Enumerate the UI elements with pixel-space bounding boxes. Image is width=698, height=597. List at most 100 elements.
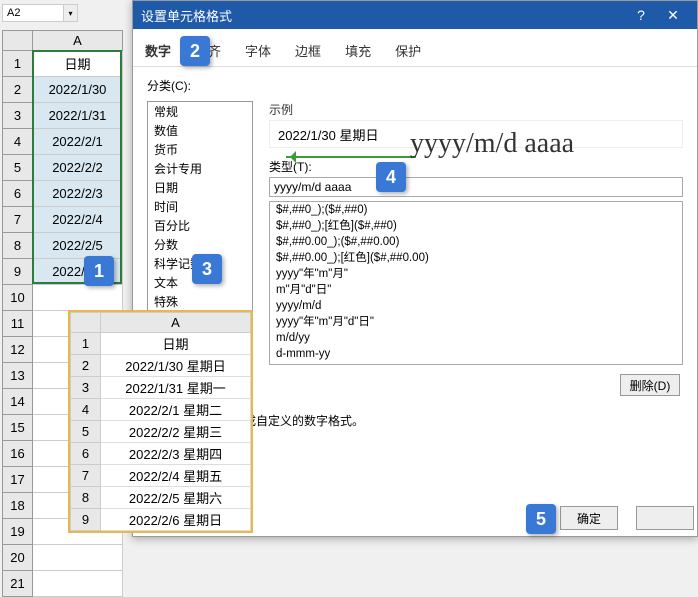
category-list[interactable]: 常规 数值 货币 会计专用 日期 时间 百分比 分数 科学记数 文本 特殊 自定…	[147, 101, 253, 321]
data-cell[interactable]: 2022/2/6 星期日	[101, 509, 251, 531]
row-header[interactable]: 1	[71, 333, 101, 355]
format-item[interactable]: d-mmm	[270, 362, 682, 365]
row-header[interactable]: 14	[3, 389, 33, 415]
category-item[interactable]: 货币	[148, 140, 252, 159]
format-item[interactable]: yyyy"年"m"月"d"日"	[270, 314, 682, 330]
empty-cell[interactable]	[33, 545, 123, 571]
row-header[interactable]: 7	[71, 465, 101, 487]
row-header[interactable]: 16	[3, 441, 33, 467]
data-cell[interactable]: 2022/1/30	[33, 77, 123, 103]
type-input[interactable]	[269, 177, 683, 197]
category-item[interactable]: 特殊	[148, 292, 252, 311]
select-all-corner[interactable]	[71, 313, 101, 333]
row-header[interactable]: 12	[3, 337, 33, 363]
dialog-titlebar: 设置单元格格式 ? ✕	[133, 1, 697, 29]
header-cell[interactable]: 日期	[33, 51, 123, 77]
step-badge-4: 4	[376, 162, 406, 192]
cancel-button[interactable]	[636, 506, 694, 530]
data-cell[interactable]: 2022/1/31	[33, 103, 123, 129]
close-icon[interactable]: ✕	[657, 7, 689, 24]
row-header[interactable]: 8	[71, 487, 101, 509]
row-header[interactable]: 8	[3, 233, 33, 259]
data-cell[interactable]: 2022/2/2 星期三	[101, 421, 251, 443]
row-header[interactable]: 2	[3, 77, 33, 103]
category-item[interactable]: 分数	[148, 235, 252, 254]
data-cell[interactable]: 2022/2/3 星期四	[101, 443, 251, 465]
row-header[interactable]: 3	[3, 103, 33, 129]
sample-label: 示例	[269, 101, 683, 118]
annotation-arrow	[286, 156, 416, 158]
row-header[interactable]: 9	[3, 259, 33, 285]
row-header[interactable]: 11	[3, 311, 33, 337]
tab-protect[interactable]: 保护	[393, 37, 423, 66]
row-header[interactable]: 3	[71, 377, 101, 399]
data-cell[interactable]: 2022/2/5	[33, 233, 123, 259]
data-cell[interactable]: 2022/2/5 星期六	[101, 487, 251, 509]
row-header[interactable]: 20	[3, 545, 33, 571]
col-header-a[interactable]: A	[101, 313, 251, 333]
data-cell[interactable]: 2022/2/1	[33, 129, 123, 155]
tab-number[interactable]: 数字	[143, 37, 173, 66]
format-item[interactable]: $#,##0_);($#,##0)	[270, 202, 682, 218]
col-header-a[interactable]: A	[33, 31, 123, 51]
type-label: 类型(T):	[269, 158, 683, 175]
format-item[interactable]: m"月"d"日"	[270, 282, 682, 298]
format-item[interactable]: $#,##0_);[红色]($#,##0)	[270, 218, 682, 234]
empty-cell[interactable]	[33, 571, 123, 597]
tab-fill[interactable]: 填充	[343, 37, 373, 66]
data-cell[interactable]: 2022/1/30 星期日	[101, 355, 251, 377]
format-item[interactable]: $#,##0.00_);($#,##0.00)	[270, 234, 682, 250]
select-all-corner[interactable]	[3, 31, 33, 51]
row-header[interactable]: 9	[71, 509, 101, 531]
category-item[interactable]: 百分比	[148, 216, 252, 235]
tab-font[interactable]: 字体	[243, 37, 273, 66]
dialog-title: 设置单元格格式	[141, 6, 232, 25]
data-cell[interactable]: 2022/2/4 星期五	[101, 465, 251, 487]
step-badge-2: 2	[180, 36, 210, 66]
category-item[interactable]: 会计专用	[148, 159, 252, 178]
row-header[interactable]: 18	[3, 493, 33, 519]
format-item[interactable]: m/d/yy	[270, 330, 682, 346]
dialog-tabs: 数字 对齐 字体 边框 填充 保护	[133, 29, 697, 67]
row-header[interactable]: 21	[3, 571, 33, 597]
row-header[interactable]: 17	[3, 467, 33, 493]
row-header[interactable]: 4	[3, 129, 33, 155]
format-item[interactable]: d-mmm-yy	[270, 346, 682, 362]
category-item[interactable]: 时间	[148, 197, 252, 216]
row-header[interactable]: 4	[71, 399, 101, 421]
row-header[interactable]: 15	[3, 415, 33, 441]
row-header[interactable]: 5	[71, 421, 101, 443]
row-header[interactable]: 5	[3, 155, 33, 181]
row-header[interactable]: 2	[71, 355, 101, 377]
data-cell[interactable]: 2022/2/4	[33, 207, 123, 233]
row-header[interactable]: 13	[3, 363, 33, 389]
help-icon[interactable]: ?	[625, 7, 657, 23]
format-item[interactable]: yyyy/m/d	[270, 298, 682, 314]
worksheet-result: A 1日期 22022/1/30 星期日 32022/1/31 星期一 4202…	[68, 310, 253, 533]
data-cell[interactable]: 2022/2/1 星期二	[101, 399, 251, 421]
category-item[interactable]: 数值	[148, 121, 252, 140]
name-box-input[interactable]	[2, 4, 64, 22]
row-header[interactable]: 1	[3, 51, 33, 77]
category-item[interactable]: 常规	[148, 102, 252, 121]
format-item[interactable]: $#,##0.00_);[红色]($#,##0.00)	[270, 250, 682, 266]
format-item[interactable]: yyyy"年"m"月"	[270, 266, 682, 282]
category-label: 分类(C):	[147, 77, 683, 94]
row-header[interactable]: 7	[3, 207, 33, 233]
format-list[interactable]: $#,##0_);($#,##0) $#,##0_);[红色]($#,##0) …	[269, 201, 683, 365]
row-header[interactable]: 6	[71, 443, 101, 465]
data-cell[interactable]: 2022/1/31 星期一	[101, 377, 251, 399]
data-cell[interactable]: 2022/2/2	[33, 155, 123, 181]
category-item[interactable]: 日期	[148, 178, 252, 197]
row-header[interactable]: 10	[3, 285, 33, 311]
empty-cell[interactable]	[33, 285, 123, 311]
row-header[interactable]: 6	[3, 181, 33, 207]
header-cell[interactable]: 日期	[101, 333, 251, 355]
data-cell[interactable]: 2022/2/3	[33, 181, 123, 207]
name-box-dropdown[interactable]: ▾	[64, 4, 78, 22]
delete-button[interactable]: 删除(D)	[620, 374, 680, 396]
step-badge-3: 3	[192, 254, 222, 284]
row-header[interactable]: 19	[3, 519, 33, 545]
tab-border[interactable]: 边框	[293, 37, 323, 66]
ok-button[interactable]: 确定	[560, 506, 618, 530]
